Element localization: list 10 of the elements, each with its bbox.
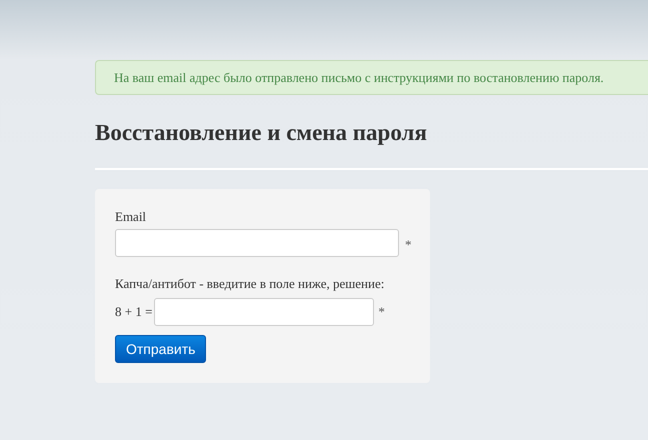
captcha-label: Капча/антибот - введитие в поле ниже, решение: xyxy=(115,276,386,292)
submit-button[interactable]: Отправить xyxy=(115,335,206,363)
page-heading: Восстановление и смена пароля xyxy=(95,119,428,147)
field-label: Email xyxy=(115,209,148,225)
captcha-question: 8 + 1 = xyxy=(115,303,152,322)
required-mark: * xyxy=(378,303,385,322)
required-mark: * xyxy=(405,236,412,254)
email-field[interactable] xyxy=(115,229,399,257)
success-alert: На ваш email адрес было отправлено письмо с инструкциями по востановлению пароля. xyxy=(95,60,648,95)
captcha-field[interactable] xyxy=(154,298,374,326)
